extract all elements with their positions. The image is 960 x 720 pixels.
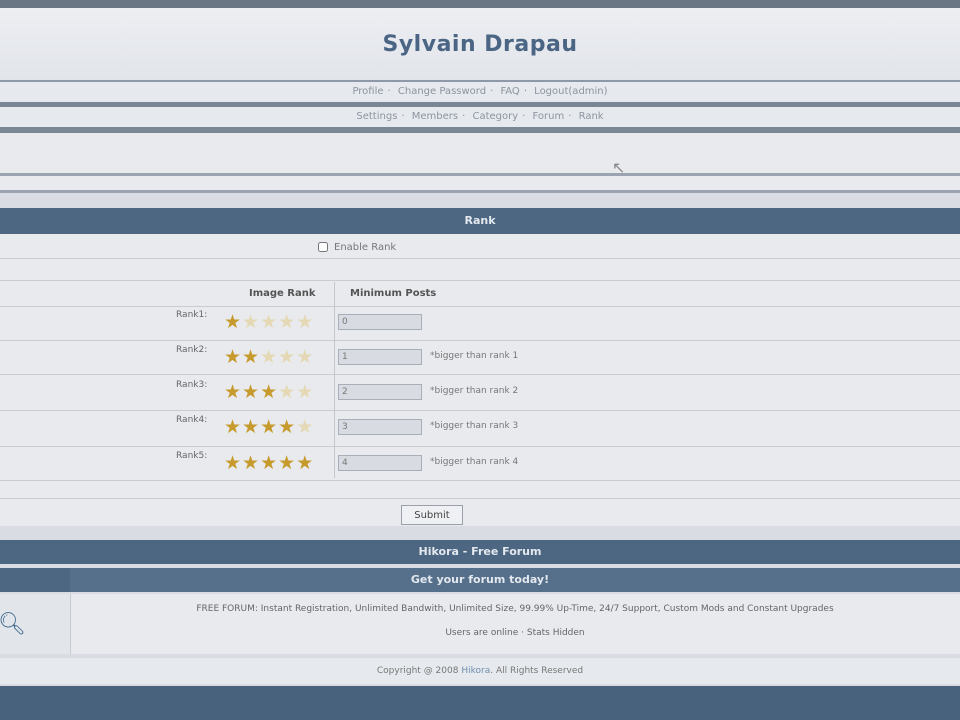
min-posts-input[interactable] [338,349,422,365]
image-rank-header: Image Rank [249,288,316,299]
star-icon: ★ [260,381,279,403]
admin-nav: Settings · Members · Category · Forum · Rank [0,107,960,127]
footer-title[interactable]: Hikora - Free Forum [0,540,960,564]
nav-link-logout[interactable]: Logout(admin) [530,86,611,97]
nav-link-category[interactable]: Category [468,111,522,122]
ad-area [0,594,960,654]
rank-row: Rank4: ★★★★★ *bigger than rank 3 [0,415,960,451]
star-icon: ★ [296,416,315,438]
star-icon: ★ [296,346,315,368]
divider [0,190,960,193]
nav-link-faq[interactable]: FAQ [496,86,523,97]
row-divider [0,498,960,499]
rank-label: Rank5: [176,451,208,461]
nav-link-members[interactable]: Members [408,111,462,122]
minimum-posts-header: Minimum Posts [350,288,437,299]
star-icon: ★ [278,416,297,438]
star-icon: ★ [242,416,261,438]
star-rating: ★★★★★ [224,312,314,332]
rank-label: Rank4: [176,415,208,425]
star-icon: ★ [278,311,297,333]
submit-button[interactable]: Submit [401,505,463,525]
copyright: Copyright @ 2008 Hikora. All Rights Rese… [0,666,960,676]
star-icon: ★ [278,381,297,403]
footer-subtitle[interactable]: Get your forum today! [0,568,960,592]
nav-link-change-password[interactable]: Change Password [394,86,490,97]
rank-row: Rank1: ★★★★★ [0,310,960,346]
star-rating: ★★★★★ [224,453,314,473]
top-border [0,0,960,8]
star-rating: ★★★★★ [224,347,314,367]
min-posts-input[interactable] [338,419,422,435]
min-posts-input[interactable] [338,384,422,400]
star-icon: ★ [260,311,279,333]
star-icon: ★ [242,346,261,368]
rank-row: Rank3: ★★★★★ *bigger than rank 2 [0,380,960,416]
site-title[interactable]: Sylvain Drapau [0,32,960,57]
rank-row: Rank5: ★★★★★ *bigger than rank 4 [0,451,960,487]
enable-rank-option[interactable]: Enable Rank [318,242,396,253]
spacer-band [0,133,960,173]
min-posts-input[interactable] [338,314,422,330]
star-icon: ★ [224,311,243,333]
star-icon: ★ [296,381,315,403]
enable-rank-label: Enable Rank [334,242,397,253]
mouse-cursor-icon: ↖ [612,158,626,177]
star-rating: ★★★★★ [224,417,314,437]
min-posts-input[interactable] [338,455,422,471]
ad-text: FREE FORUM: Instant Registration, Unlimi… [196,604,834,614]
bottom-bar [0,686,960,720]
star-icon: ★ [278,346,297,368]
copyright-suffix: . All Rights Reserved [490,666,584,676]
star-icon: ★ [242,381,261,403]
star-icon: ★ [296,452,315,474]
row-divider [0,306,960,307]
star-icon: ★ [242,452,261,474]
star-icon: ★ [260,416,279,438]
spacer-band [0,176,960,190]
star-icon: ★ [260,346,279,368]
star-icon: ★ [278,452,297,474]
rank-note: *bigger than rank 2 [430,386,519,396]
hikora-link[interactable]: Hikora [461,666,490,676]
primary-nav: Profile · Change Password · FAQ · Logout(ad… [0,82,960,102]
row-divider [0,258,960,259]
rank-note: *bigger than rank 4 [430,457,519,467]
rank-label: Rank1: [176,310,208,320]
copyright-prefix: Copyright @ 2008 [376,666,459,676]
rank-panel-title: Rank [0,208,960,234]
rank-label: Rank2: [176,345,208,355]
row-divider [0,280,960,281]
star-icon: ★ [260,452,279,474]
star-icon: ★ [224,452,243,474]
online-stats: Users are online · Stats Hidden [445,628,585,638]
rank-row: Rank2: ★★★★★ *bigger than rank 1 [0,345,960,381]
nav-link-rank[interactable]: Rank [575,111,608,122]
star-icon: ★ [224,346,243,368]
nav-link-settings[interactable]: Settings [352,111,401,122]
star-icon: ★ [242,311,261,333]
enable-rank-checkbox[interactable] [318,242,328,252]
footer-subtitle-left-cell [0,568,70,592]
rank-label: Rank3: [176,380,208,390]
nav-link-profile[interactable]: Profile [348,86,387,97]
search-icon[interactable]: 🔍︎ [0,612,26,637]
rank-note: *bigger than rank 1 [430,351,519,361]
site-header: Sylvain Drapau [0,8,960,84]
nav-link-forum[interactable]: Forum [529,111,569,122]
rank-note: *bigger than rank 3 [430,421,519,431]
star-icon: ★ [224,416,243,438]
star-icon: ★ [224,381,243,403]
star-rating: ★★★★★ [224,382,314,402]
star-icon: ★ [296,311,315,333]
